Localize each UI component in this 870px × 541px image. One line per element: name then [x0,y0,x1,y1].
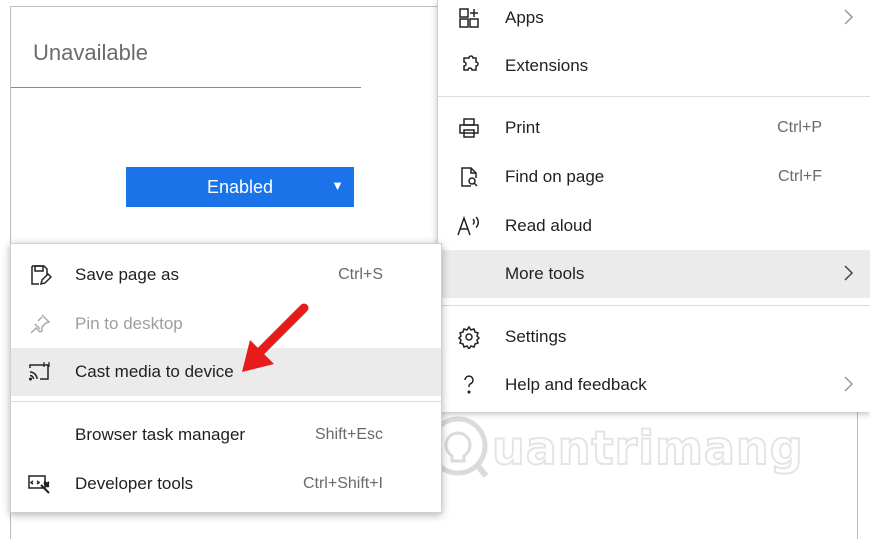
menu-item-shortcut: Ctrl+P [777,119,822,136]
menu-item-read-aloud[interactable]: Read aloud [438,202,870,250]
cast-icon [27,360,53,384]
menu-item-more-tools[interactable]: More tools [438,250,870,298]
menu-item-extensions[interactable]: Extensions [438,42,870,90]
gear-icon [456,325,482,349]
divider [11,87,361,88]
status-text: Unavailable [33,40,148,65]
menu-item-apps[interactable]: Apps [438,0,870,42]
menu-item-label: Apps [505,8,544,27]
watermark: uantrimang [428,408,804,488]
menu-item-label: Save page as [75,265,179,284]
menu-item-label: Cast media to device [75,362,234,381]
menu-item-settings[interactable]: Settings [438,313,870,361]
menu-item-label: Read aloud [505,216,592,235]
save-page-icon [27,263,53,287]
print-icon [456,116,482,140]
menu-item-label: Pin to desktop [75,314,183,333]
menu-item-label: More tools [505,264,585,283]
menu-item-label: Print [505,118,540,137]
menu-item-save-page-as[interactable]: Save page as Ctrl+S [11,251,441,299]
menu-item-label: Developer tools [75,474,194,493]
menu-item-pin-to-desktop[interactable]: Pin to desktop [11,300,441,348]
menu-item-label: Find on page [505,167,605,186]
read-aloud-icon [456,214,482,238]
pin-icon [27,312,53,336]
menu-separator [438,96,870,97]
menu-item-shortcut: Ctrl+S [338,266,383,283]
chevron-right-icon [844,9,854,25]
browser-main-menu: Apps Extensions Print Ctrl+P Find on pag… [437,0,870,412]
menu-item-cast-media-to-device[interactable]: Cast media to device [11,348,441,396]
chevron-right-icon [844,376,854,392]
enabled-dropdown-button[interactable]: Enabled ▼ [126,167,354,207]
more-tools-menu: Save page as Ctrl+S Pin to desktop Cast … [10,243,442,513]
caret-down-icon: ▼ [331,178,344,193]
menu-item-shortcut: Ctrl+F [778,168,822,185]
menu-item-help-and-feedback[interactable]: Help and feedback [438,361,870,409]
help-icon [456,373,482,397]
watermark-text: uantrimang [491,420,804,476]
menu-item-shortcut: Shift+Esc [314,426,383,443]
apps-icon [456,6,482,30]
menu-separator [11,401,441,402]
red-arrow-icon [242,303,309,372]
menu-item-label: Browser task manager [75,425,246,444]
enabled-dropdown-label: Enabled [206,176,274,197]
find-icon [456,165,482,189]
menu-item-print[interactable]: Print Ctrl+P [438,104,870,152]
chevron-right-icon [844,265,854,281]
menu-separator [438,305,870,306]
menu-item-label: Extensions [505,56,589,75]
menu-item-developer-tools[interactable]: Developer tools Ctrl+Shift+I [11,460,441,508]
menu-item-shortcut: Ctrl+Shift+I [302,475,383,492]
menu-item-label: Help and feedback [505,375,647,394]
developer-tools-icon [27,472,53,496]
extensions-icon [456,54,482,78]
menu-item-browser-task-manager[interactable]: Browser task manager Shift+Esc [11,411,441,459]
menu-item-find-on-page[interactable]: Find on page Ctrl+F [438,153,870,201]
menu-item-label: Settings [505,327,567,346]
